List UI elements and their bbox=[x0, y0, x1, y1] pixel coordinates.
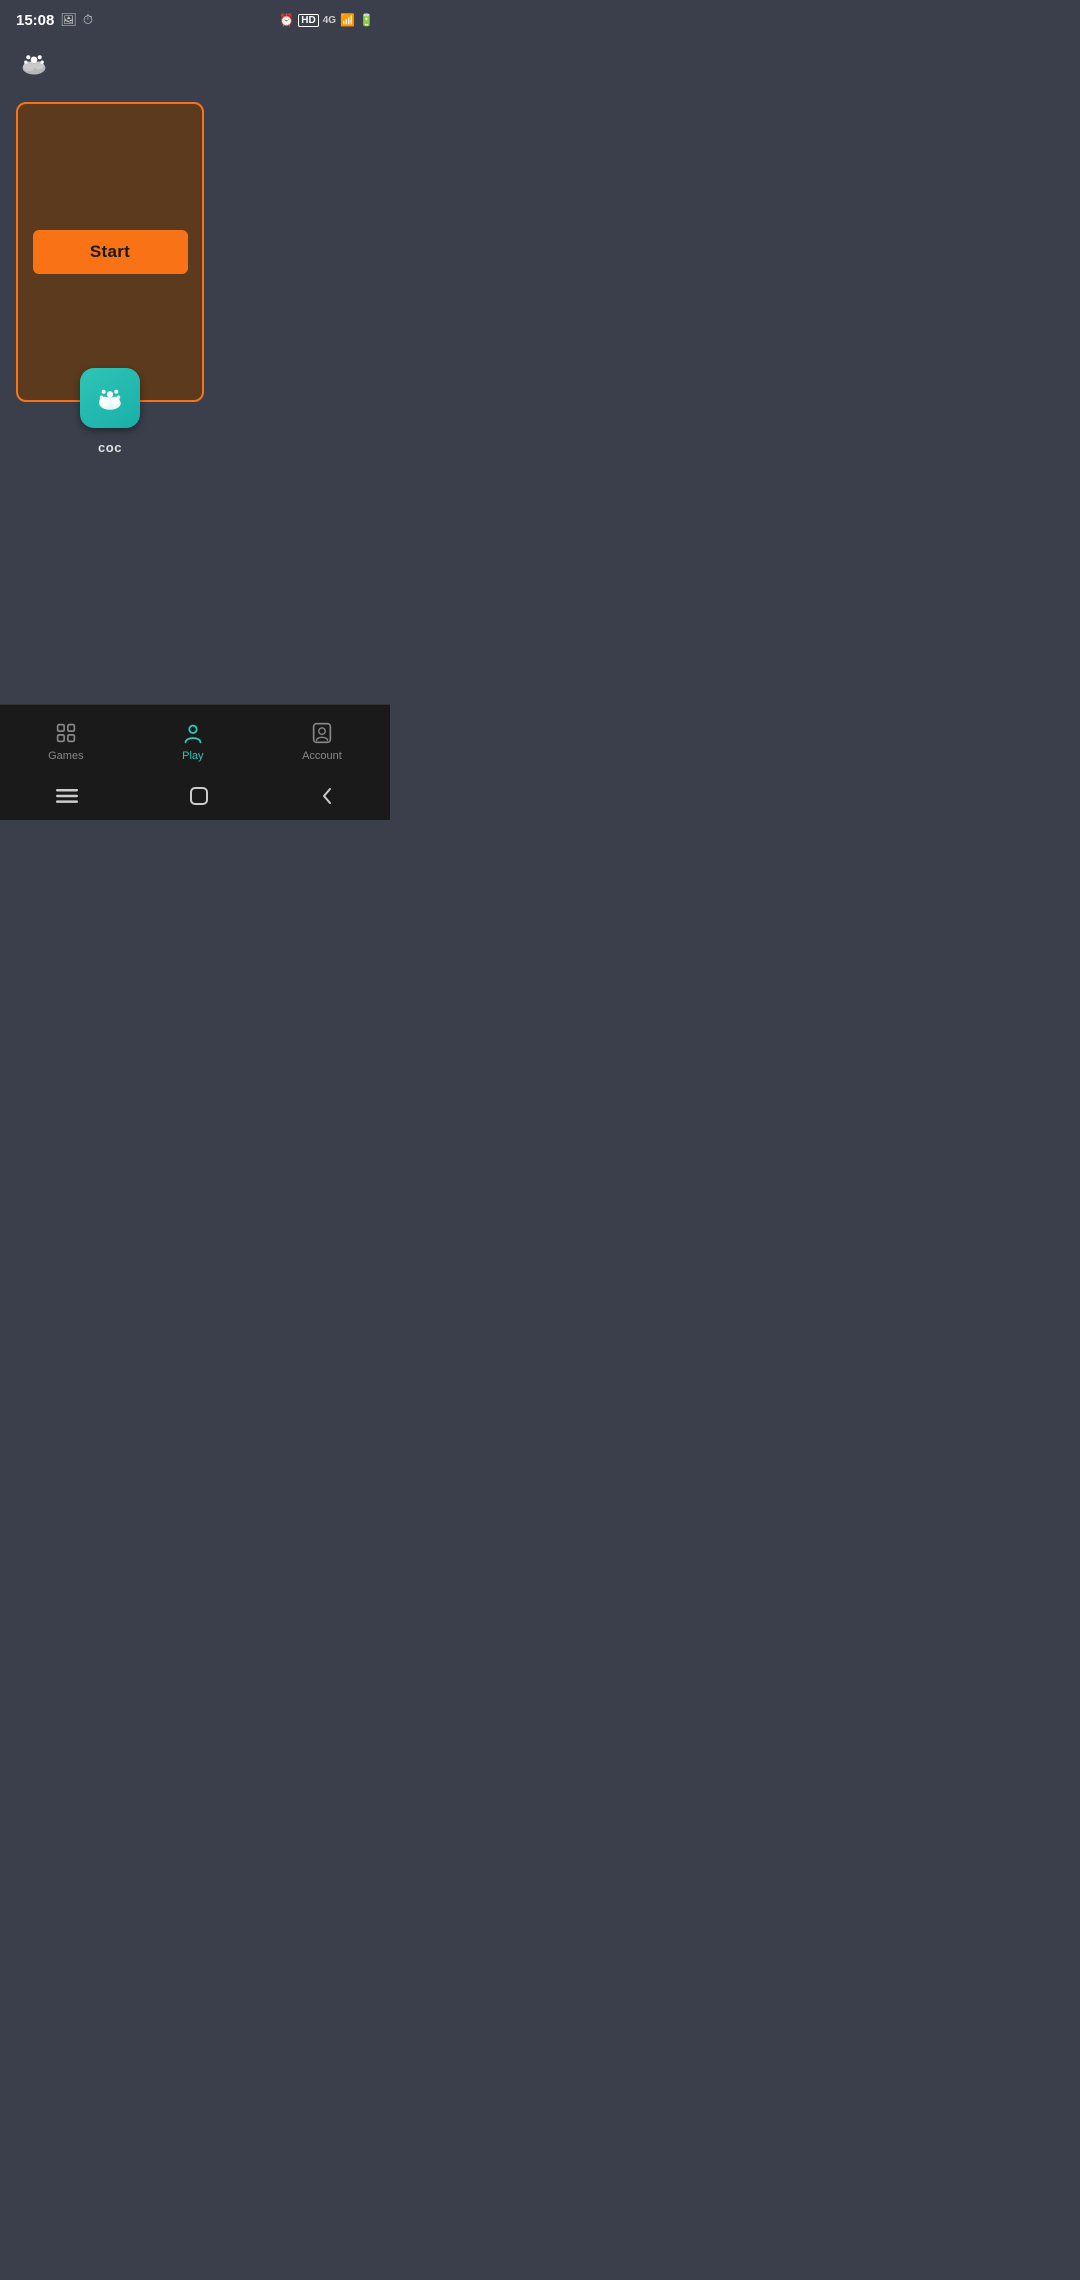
main-content: Start coc bbox=[0, 90, 390, 704]
paw-cloud-logo-icon bbox=[16, 45, 52, 81]
play-icon bbox=[180, 720, 206, 746]
signal-icon: 📶 bbox=[340, 13, 355, 27]
clock-status-icon: ⏱ bbox=[83, 12, 93, 28]
home-button[interactable] bbox=[189, 786, 209, 811]
start-button[interactable]: Start bbox=[33, 230, 188, 274]
game-card: Start bbox=[16, 102, 204, 402]
recents-button[interactable] bbox=[56, 788, 78, 809]
hd-badge: HD bbox=[298, 14, 318, 27]
app-header bbox=[0, 36, 390, 90]
bottom-nav: Games Play Account bbox=[0, 704, 390, 776]
account-label: Account bbox=[302, 750, 342, 762]
system-nav-bar bbox=[0, 776, 390, 820]
battery-icon: 🔋 bbox=[359, 13, 374, 27]
4g-icon: 4G bbox=[323, 15, 336, 26]
status-bar: 15:08 🖼 ⏱ ⏰ HD 4G 📶 🔋 bbox=[0, 0, 390, 36]
game-card-wrapper: Start coc bbox=[16, 102, 204, 455]
app-logo bbox=[16, 42, 58, 84]
image-status-icon: 🖼 bbox=[60, 12, 77, 28]
games-icon bbox=[53, 720, 79, 746]
game-app-icon[interactable] bbox=[80, 368, 140, 428]
status-time: 15:08 bbox=[16, 12, 54, 29]
nav-item-play[interactable]: Play bbox=[160, 712, 226, 770]
game-name: coc bbox=[98, 440, 122, 455]
games-label: Games bbox=[48, 750, 83, 762]
nav-item-games[interactable]: Games bbox=[28, 712, 103, 770]
play-label: Play bbox=[182, 750, 203, 762]
status-left: 15:08 🖼 ⏱ bbox=[16, 12, 93, 29]
account-icon bbox=[309, 720, 335, 746]
alarm-icon: ⏰ bbox=[279, 13, 294, 27]
back-button[interactable] bbox=[320, 786, 334, 811]
game-paw-cloud-icon bbox=[92, 380, 128, 416]
status-right: ⏰ HD 4G 📶 🔋 bbox=[279, 13, 374, 27]
nav-item-account[interactable]: Account bbox=[282, 712, 362, 770]
